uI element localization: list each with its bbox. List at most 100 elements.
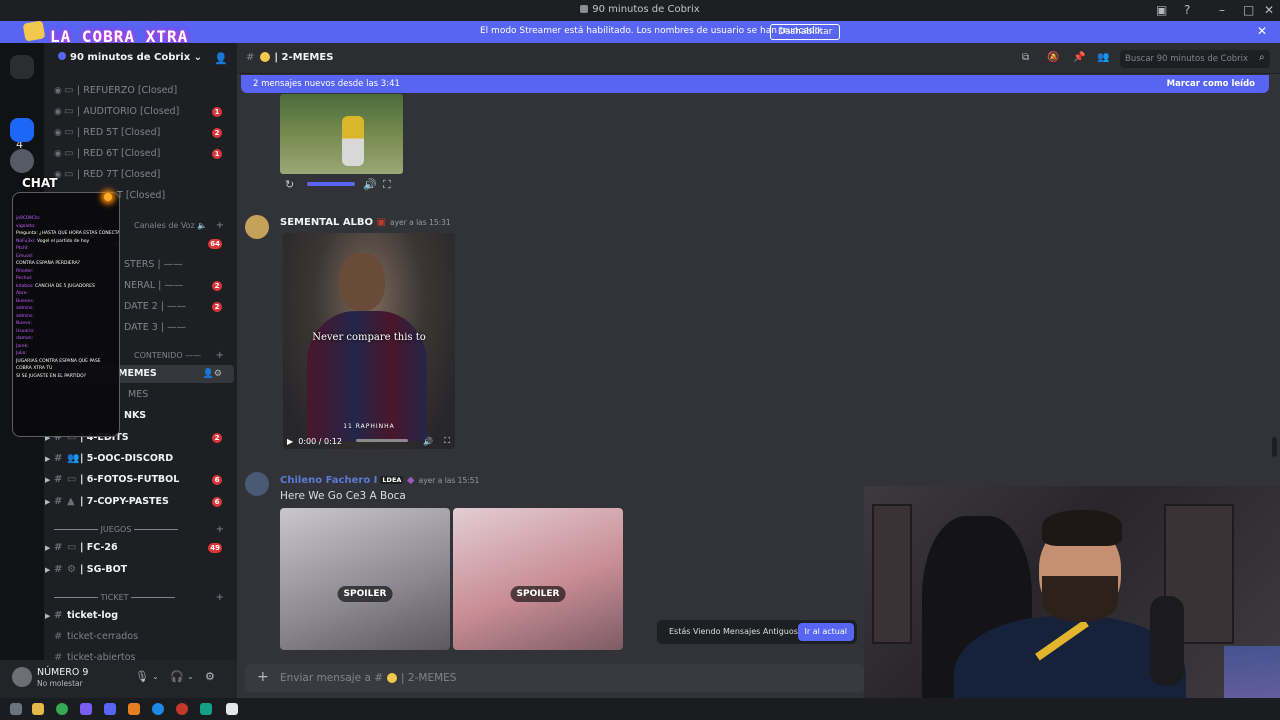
app-icon[interactable] <box>128 703 140 715</box>
server-icon-x[interactable] <box>10 118 34 142</box>
server-icon-1[interactable] <box>10 55 34 79</box>
stream-chat-line: Nuevo: <box>16 321 32 326</box>
app-icon[interactable] <box>80 703 92 715</box>
chat-header: # | 2-MEMES ⧉ 🔕 📌 👥 Buscar 90 minutos de … <box>237 43 1280 74</box>
new-messages-bar[interactable]: 2 mensajes nuevos desde las 3:41 Marcar … <box>241 75 1269 93</box>
channel-item[interactable]: ◉ ▭ | RED 7T [Closed] <box>54 166 234 184</box>
start-icon[interactable] <box>10 703 22 715</box>
message-author[interactable]: SEMENTAL ALBO ▣ ayer a las 15:31 <box>280 217 451 228</box>
flag-icon: ▣ <box>376 217 386 228</box>
mention-badge: 49 <box>208 543 222 553</box>
stream-chat-line: Buenos: <box>16 298 35 304</box>
pin-icon[interactable]: 📌 <box>1073 52 1085 63</box>
threads-icon[interactable]: ⧉ <box>1022 52 1029 63</box>
channel-item-sgbot[interactable]: ▶ # ⚙ | SG-BOT <box>45 561 234 579</box>
volume-icon[interactable]: 🔊 <box>363 178 377 191</box>
channel-item-fc26[interactable]: ▶ # ▭ | FC-26 49 <box>45 539 234 557</box>
gear-icon[interactable]: ⚙ <box>205 670 215 683</box>
close-banner-icon[interactable]: ✕ <box>1257 24 1267 38</box>
spoiler-image[interactable]: SPOILER <box>280 508 450 650</box>
channel-item[interactable]: ◉ ▭ | AUDITORIO [Closed] 1 <box>54 103 234 121</box>
minimize-button[interactable]: – <box>1219 3 1225 17</box>
close-window-button[interactable]: ✕ <box>1264 3 1274 17</box>
channel-item[interactable]: ◉ ▭ | REFUERZO [Closed] <box>54 82 234 100</box>
stream-chat-line: CONTRA ESPAÑA PERDIERA? <box>16 261 81 266</box>
add-channel-icon[interactable]: + <box>216 219 224 233</box>
ticket-category[interactable]: TICKET + <box>54 591 224 605</box>
video-embed[interactable] <box>280 94 403 174</box>
channel-item-copy[interactable]: ▶ # ▲ | 7-COPY-PASTES 6 <box>45 493 234 511</box>
maximize-button[interactable]: □ <box>1243 3 1254 17</box>
volume-icon[interactable]: 🔊 <box>423 437 433 446</box>
channel-item-ooc[interactable]: ▶ # 👥| 5-OOC-DISCORD <box>45 450 234 468</box>
volume-slider[interactable] <box>307 182 355 186</box>
scrollbar[interactable] <box>1272 437 1277 457</box>
channel-item-ticket-log[interactable]: ▶ # ticket-log <box>45 607 234 625</box>
stream-chat-line: Ptchl: <box>16 246 29 251</box>
fullscreen-icon[interactable]: ⛶ <box>383 178 391 192</box>
stream-chat-line: Usuario: <box>16 328 35 334</box>
disable-streamer-button[interactable]: Deshabilitar <box>770 24 841 40</box>
server-dot-icon <box>58 52 66 60</box>
server-icon-2[interactable] <box>10 149 34 173</box>
help-icon[interactable]: ? <box>1184 3 1190 17</box>
member-list-icon[interactable]: 👥 <box>1097 52 1109 63</box>
microphone-icon[interactable]: 🎙 <box>135 670 149 683</box>
stream-chat-line: damon: <box>16 336 34 341</box>
invite-icon[interactable]: 👤 <box>214 52 228 65</box>
chevron-down-icon[interactable]: ⌄ <box>152 672 159 681</box>
spoiler-image[interactable]: SPOILER <box>453 508 623 650</box>
avatar[interactable] <box>12 667 32 687</box>
hash-icon: # <box>54 610 63 621</box>
jump-to-present-button[interactable]: Ir al actual <box>797 623 854 641</box>
username[interactable]: NÚMERO 9 <box>37 667 88 678</box>
chevron-down-icon[interactable]: ⌄ <box>187 672 194 681</box>
chrome-icon[interactable] <box>56 703 68 715</box>
mark-as-read-button[interactable]: Marcar como leído <box>1167 79 1255 89</box>
chevron-right-icon: ▶ <box>45 566 51 574</box>
avatar[interactable] <box>245 472 269 496</box>
headphones-icon[interactable]: 🎧 <box>170 670 184 683</box>
search-input[interactable]: Buscar 90 minutos de Cobrix <box>1120 50 1270 68</box>
chevron-right-icon: ▶ <box>45 612 51 620</box>
app-icon[interactable] <box>176 703 188 715</box>
chevron-right-icon: ▶ <box>45 498 51 506</box>
channel-item-ticket-abiertos[interactable]: # ticket-abiertos <box>54 649 234 660</box>
app-icon[interactable] <box>226 703 238 715</box>
fullscreen-icon[interactable]: ⛶ <box>444 436 450 446</box>
stream-chat-line: vigoloto: <box>16 223 36 229</box>
add-channel-icon[interactable]: + <box>216 523 224 537</box>
video-progress-bar[interactable] <box>356 439 408 442</box>
play-icon[interactable]: ▶ <box>287 437 293 446</box>
channel-settings-icon[interactable]: 👤⚙ <box>203 365 222 383</box>
channel-type-icon: ▭ <box>64 169 74 180</box>
chevron-right-icon: ▶ <box>45 455 51 463</box>
inbox-icon[interactable]: ▣ <box>1156 3 1167 17</box>
add-attachment-icon[interactable]: + <box>257 669 269 685</box>
app-icon[interactable] <box>152 703 164 715</box>
stream-chat-line: Emuod: <box>16 253 34 259</box>
channel-emoji-icon: 👥 <box>67 453 80 464</box>
channel-item[interactable]: ◉ ▭ | RED 6T [Closed] 1 <box>54 145 234 163</box>
discord-icon[interactable] <box>104 703 116 715</box>
message-author[interactable]: Chileno Fachero I LDEA ◆ ayer a las 15:51 <box>280 475 479 486</box>
mention-badge: 6 <box>212 475 222 485</box>
avatar[interactable] <box>245 215 269 239</box>
app-icon[interactable] <box>200 703 212 715</box>
video-player[interactable]: Never compare this to 11 RAPHINHA ▶ 0:00… <box>283 233 455 449</box>
search-icon: ⌕ <box>1259 52 1265 63</box>
games-category[interactable]: JUEGOS + <box>54 523 224 537</box>
speaker-icon: ◉ <box>54 149 62 159</box>
title-bar: 90 minutos de Cobrix ▣ ? – □ ✕ <box>0 0 1280 21</box>
channel-item-fotos[interactable]: ▶ # ▭ | 6-FOTOS-FUTBOL 6 <box>45 471 234 489</box>
folder-icon[interactable] <box>32 703 44 715</box>
add-channel-icon[interactable]: + <box>216 591 224 605</box>
replay-icon[interactable]: ↻ <box>285 178 294 191</box>
notification-bell-icon[interactable]: 🔕 <box>1047 52 1059 63</box>
server-name[interactable]: 90 minutos de Cobrix ⌄ <box>58 52 202 63</box>
channel-item[interactable]: ◉ ▭ | RED 5T [Closed] 2 <box>54 124 234 142</box>
channel-item-ticket-cerrados[interactable]: # ticket-cerrados <box>54 628 234 646</box>
video-caption: Never compare this to <box>312 332 426 343</box>
message-input[interactable]: + Enviar mensaje a # | 2-MEMES <box>245 664 865 692</box>
add-channel-icon[interactable]: + <box>216 349 224 363</box>
